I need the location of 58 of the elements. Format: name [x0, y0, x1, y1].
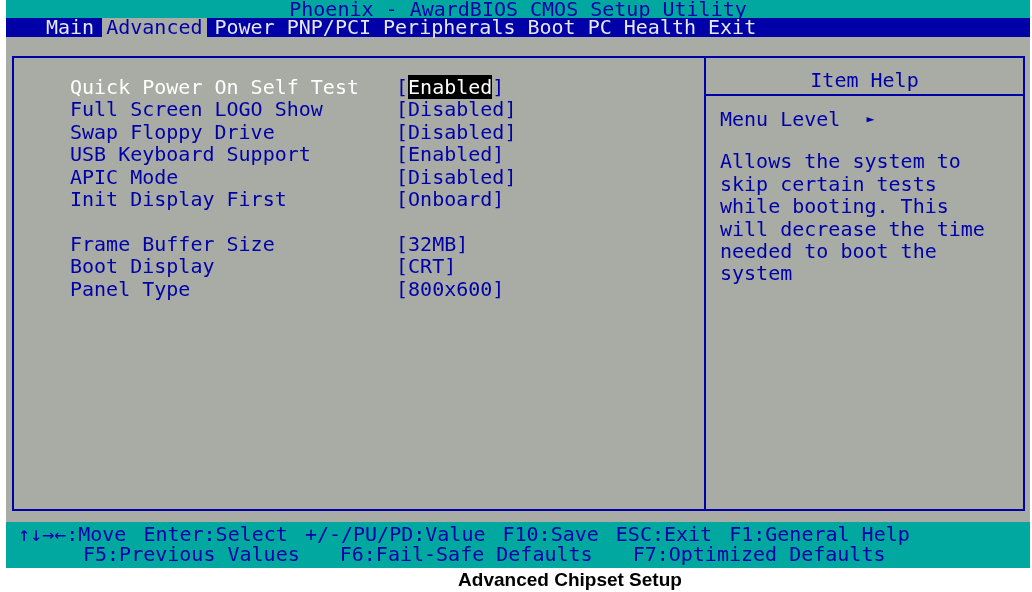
bracket: [	[396, 97, 409, 122]
key-hint: +/-/PU/PD:Value	[304, 524, 486, 544]
bracket: ]	[492, 186, 505, 211]
key-hint: F5:Previous Values	[83, 544, 300, 564]
bracket: ]	[456, 231, 469, 256]
bracket: ]	[504, 164, 517, 189]
bracket: ]	[492, 276, 505, 301]
setting-value[interactable]: 32MB	[408, 231, 457, 256]
key-hint: ESC:Exit	[615, 524, 713, 544]
menu-tab[interactable]: PC Health	[587, 18, 696, 37]
menu-tab[interactable]: Exit	[708, 18, 757, 37]
key-hint: Enter:Select	[143, 524, 288, 544]
bracket: [	[396, 231, 409, 256]
setting-value[interactable]: Enabled	[408, 75, 493, 99]
bracket: ]	[504, 97, 517, 122]
setting-value[interactable]: Onboard	[408, 186, 493, 211]
menu-tab[interactable]: Power	[214, 18, 275, 37]
setting-value[interactable]: Enabled	[408, 142, 493, 167]
help-title: Item Help	[706, 58, 1023, 96]
key-hint: F7:Optimized Defaults	[632, 544, 886, 564]
setting-label[interactable]: Panel Type	[70, 277, 396, 300]
menu-level-label: Menu Level	[720, 108, 841, 131]
setting-label[interactable]: Full Screen LOGO Show	[70, 98, 396, 121]
setting-label[interactable]: APIC Mode	[70, 165, 396, 188]
setting-value[interactable]: Disabled	[408, 97, 505, 122]
setting-label[interactable]: Boot Display	[70, 255, 396, 278]
menu-tab[interactable]: PNP/PCI	[286, 18, 371, 37]
menu-tab[interactable]: Advanced	[102, 18, 207, 37]
bracket: [	[396, 75, 409, 99]
key-hint: F6:Fail-Safe Defaults	[339, 544, 593, 564]
bracket: [	[396, 186, 409, 211]
menu-tab[interactable]: Peripherals	[383, 18, 516, 37]
bracket: ]	[444, 254, 457, 279]
setting-label[interactable]: USB Keyboard Support	[70, 143, 396, 166]
bracket: [	[396, 164, 409, 189]
setting-value[interactable]: CRT	[408, 254, 445, 279]
setting-value[interactable]: Disabled	[408, 119, 505, 144]
setting-label[interactable]: Swap Floppy Drive	[70, 120, 396, 144]
bracket: [	[396, 276, 409, 301]
menu-level-marker: ►	[866, 110, 875, 128]
menu-tab[interactable]: Main	[46, 18, 95, 37]
bracket: ]	[492, 75, 505, 99]
setting-value[interactable]: 800x600	[408, 276, 493, 301]
bracket: [	[396, 254, 409, 279]
bracket: ]	[504, 119, 517, 144]
window-title: Phoenix - AwardBIOS CMOS Setup Utility	[6, 0, 1030, 18]
setting-label[interactable]: Frame Buffer Size	[70, 232, 396, 256]
bracket: [	[396, 142, 409, 167]
help-text: Allows the system to skip certain tests while booting. This will decrease the time needed to boot the system	[720, 150, 986, 285]
bracket: [	[396, 119, 409, 144]
key-hint: F1:General Help	[729, 524, 910, 544]
bracket: ]	[492, 142, 505, 167]
key-hint: F10:Save	[502, 524, 599, 544]
key-hint: ↑↓→←:Move	[18, 524, 127, 544]
menu-tab[interactable]: Boot	[527, 18, 576, 37]
setting-label[interactable]: Init Display First	[70, 187, 396, 211]
setting-value[interactable]: Disabled	[408, 164, 505, 189]
caption: Advanced Chipset Setup	[457, 568, 683, 592]
